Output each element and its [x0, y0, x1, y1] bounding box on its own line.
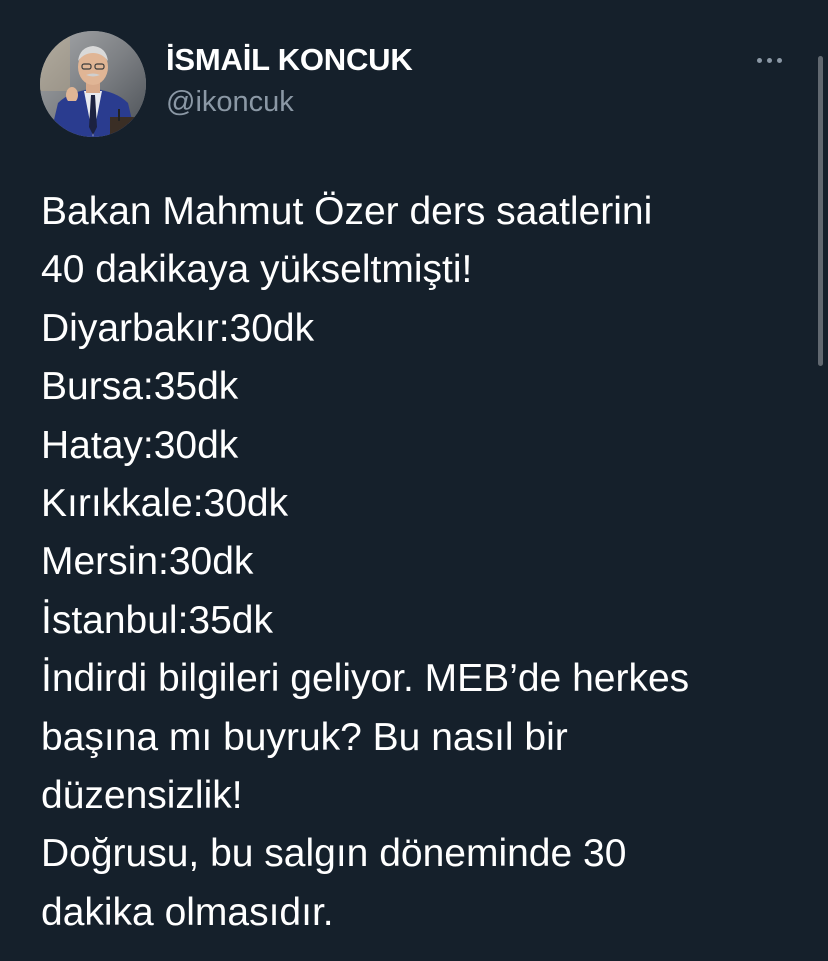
more-horizontal-icon — [756, 57, 762, 63]
tweet-line: Hatay:30dk — [41, 423, 239, 467]
tweet-line: İndirdi bilgileri geliyor. MEB’de herkes — [41, 657, 690, 701]
more-horizontal-icon — [776, 57, 782, 63]
tweet-line: 40 dakikaya yükseltmişti! — [41, 248, 473, 292]
user-info: İSMAİL KONCUK @ikoncuk — [166, 42, 413, 120]
user-handle[interactable]: @ikoncuk — [166, 84, 413, 120]
more-options-button[interactable] — [748, 42, 790, 78]
tweet-line: Bursa:35dk — [41, 365, 239, 409]
profile-photo-icon — [40, 31, 146, 137]
tweet-line: dakika olmasıdır. — [41, 890, 334, 934]
tweet-line: Doğrusu, bu salgın döneminde 30 — [41, 832, 627, 876]
tweet-container: İSMAİL KONCUK @ikoncuk Bakan Mahmut Özer… — [0, 0, 828, 961]
tweet-line: İstanbul:35dk — [41, 598, 274, 642]
tweet-text: Bakan Mahmut Özer ders saatlerini 40 dak… — [41, 183, 801, 942]
scrollbar[interactable] — [818, 56, 823, 366]
tweet-line: Kırıkkale:30dk — [41, 482, 289, 526]
tweet-line: düzensizlik! — [41, 774, 243, 818]
tweet-line: Bakan Mahmut Özer ders saatlerini — [41, 190, 653, 233]
display-name[interactable]: İSMAİL KONCUK — [166, 42, 413, 78]
tweet-line: Mersin:30dk — [41, 540, 254, 584]
tweet-line: Diyarbakır:30dk — [41, 306, 315, 350]
tweet-line: başına mı buyruk? Bu nasıl bir — [41, 715, 568, 759]
avatar[interactable] — [40, 31, 146, 137]
more-horizontal-icon — [766, 57, 772, 63]
